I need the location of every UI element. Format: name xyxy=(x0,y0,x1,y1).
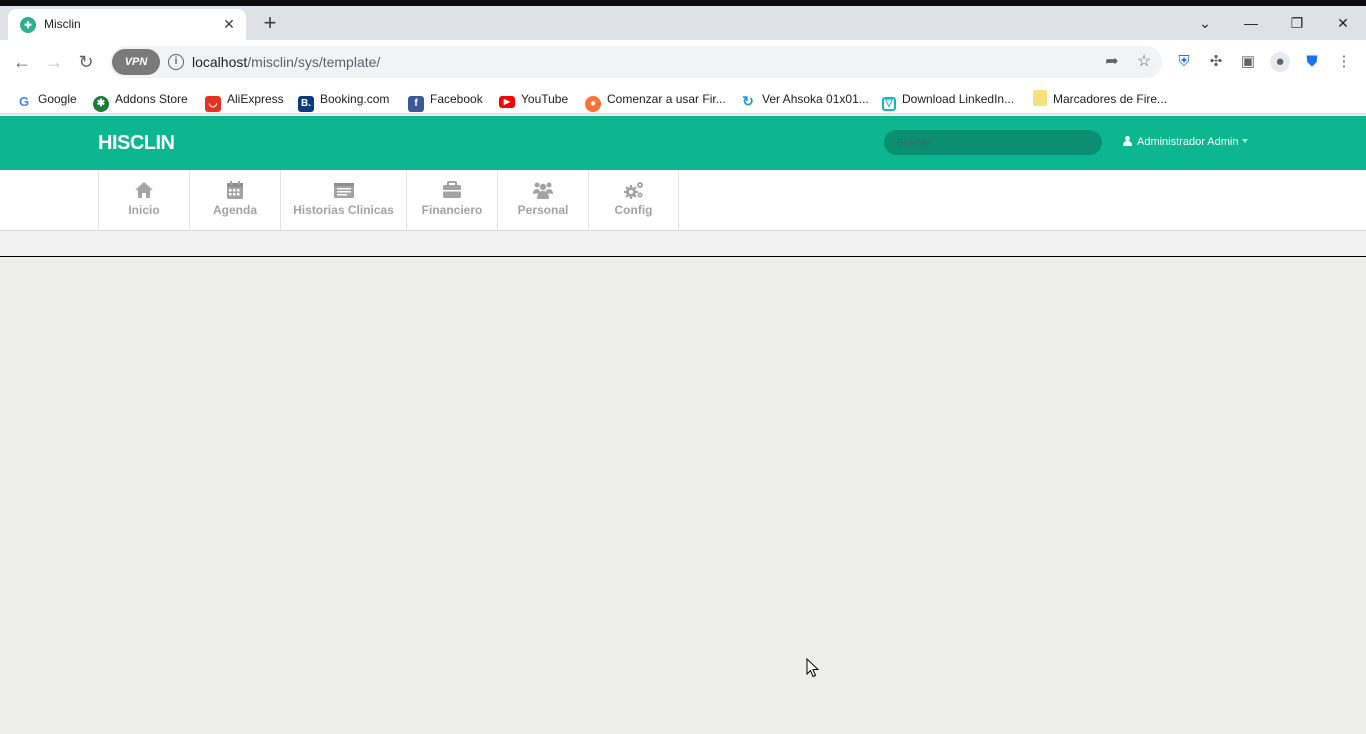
close-window-button[interactable]: ✕ xyxy=(1320,10,1366,36)
restore-button[interactable]: ❐ xyxy=(1274,10,1320,36)
vpn-badge[interactable]: VPN xyxy=(112,49,160,75)
user-name: Administrador Admin xyxy=(1137,136,1239,148)
bookmark-label: AliExpress xyxy=(227,92,284,106)
browser-toolbar: ← → ↻ VPN i localhost/misclin/sys/templa… xyxy=(0,40,1366,84)
bookmark-aliexpress[interactable]: ◡ AliExpress xyxy=(205,89,284,112)
facebook-icon: f xyxy=(408,96,424,112)
url-path: /misclin/sys/template/ xyxy=(247,54,381,70)
calendar-icon xyxy=(227,181,243,199)
main-menu: Inicio Agenda Historias Clinicas Financi… xyxy=(0,170,1366,231)
tab-title: Misclin xyxy=(44,17,81,31)
back-button[interactable]: ← xyxy=(10,50,34,74)
sub-header-bar xyxy=(0,231,1366,257)
home-icon xyxy=(135,182,153,198)
google-icon: G xyxy=(18,94,30,109)
briefcase-icon xyxy=(443,181,461,198)
brand-logo[interactable]: HISCLIN xyxy=(98,132,175,155)
browser-tab-bar: ✚ Misclin ✕ + ⌄ — ❐ ✕ xyxy=(0,6,1366,40)
folder-icon xyxy=(1033,90,1047,106)
close-tab-icon[interactable]: ✕ xyxy=(220,15,238,33)
password-manager-icon[interactable]: ⛨ xyxy=(1174,52,1194,72)
gears-icon xyxy=(623,182,643,199)
menu-item-agenda[interactable]: Agenda xyxy=(189,170,280,231)
tooth-icon: ✚ xyxy=(20,17,36,33)
bookmark-label: Marcadores de Fire... xyxy=(1053,92,1168,106)
user-icon xyxy=(1123,136,1132,146)
menu-label: Financiero xyxy=(421,203,483,217)
bookmark-youtube[interactable]: ▶ YouTube xyxy=(499,89,568,109)
shield-icon[interactable]: ⛊ xyxy=(1302,52,1322,72)
app-header: HISCLIN Administrador Admin xyxy=(0,116,1366,170)
menu-item-personal[interactable]: Personal xyxy=(497,170,588,231)
profile-icon[interactable]: ● xyxy=(1270,52,1290,72)
share-icon[interactable]: ➦ xyxy=(1102,52,1122,72)
bookmark-label: Ver Ahsoka 01x01... xyxy=(762,92,869,106)
menu-item-historias-clinicas[interactable]: Historias Clinicas xyxy=(280,170,406,231)
booking-icon: B. xyxy=(298,96,314,112)
minimize-button[interactable]: — xyxy=(1228,10,1274,36)
user-menu[interactable]: Administrador Admin xyxy=(1123,136,1248,148)
menu-item-config[interactable]: Config xyxy=(588,170,679,231)
bookmarks-bar: G Google ✱ Addons Store ◡ AliExpress B. Book… xyxy=(0,84,1366,114)
menu-label: Config xyxy=(614,203,653,217)
bookmark-linkedin-download[interactable]: ▽ Download LinkedIn... xyxy=(882,89,1015,111)
extensions-icon[interactable]: ✣ xyxy=(1206,52,1226,72)
menu-label: Personal xyxy=(517,203,569,217)
aliexpress-icon: ◡ xyxy=(205,96,221,112)
browser-tab[interactable]: ✚ Misclin ✕ xyxy=(8,9,246,40)
menu-label: Inicio xyxy=(128,203,160,217)
bookmark-facebook[interactable]: f Facebook xyxy=(408,89,483,112)
bookmark-label: Comenzar a usar Fir... xyxy=(607,92,726,106)
url-text[interactable]: localhost/misclin/sys/template/ xyxy=(192,54,380,70)
caret-down-icon xyxy=(1241,139,1248,143)
bookmark-label: Google xyxy=(38,92,77,106)
bookmark-label: Addons Store xyxy=(115,92,188,106)
bookmark-star-icon[interactable]: ☆ xyxy=(1134,52,1154,72)
firefox-icon: ● xyxy=(585,96,601,112)
reload-button[interactable]: ↻ xyxy=(74,50,98,74)
bookmark-label: Facebook xyxy=(430,92,483,106)
menu-label: Agenda xyxy=(212,203,257,217)
info-icon[interactable]: i xyxy=(168,54,184,70)
list-card-icon xyxy=(333,183,354,198)
search-input[interactable] xyxy=(884,130,1102,155)
bookmark-firefox-folder[interactable]: Marcadores de Fire... xyxy=(1033,89,1167,109)
chevron-down-icon[interactable]: ⌄ xyxy=(1182,10,1228,36)
youtube-icon: ▶ xyxy=(499,96,515,108)
linkedin-download-icon: ▽ xyxy=(882,97,896,111)
menu-item-financiero[interactable]: Financiero xyxy=(406,170,497,231)
loading-icon: ↻ xyxy=(742,93,754,109)
main-content xyxy=(0,258,1366,734)
bookmark-label: YouTube xyxy=(521,92,569,106)
bookmark-addons-store[interactable]: ✱ Addons Store xyxy=(93,89,188,112)
users-icon xyxy=(533,182,553,199)
bookmark-booking[interactable]: B. Booking.com xyxy=(298,89,390,112)
side-panel-icon[interactable]: ▣ xyxy=(1238,52,1258,72)
browser-menu-icon[interactable]: ⋮ xyxy=(1334,52,1354,72)
addons-store-icon: ✱ xyxy=(93,96,109,112)
address-bar[interactable]: VPN i localhost/misclin/sys/template/ ➦ … xyxy=(110,46,1162,78)
bookmark-google[interactable]: G Google xyxy=(16,89,77,109)
bookmark-ahsoka[interactable]: ↻ Ver Ahsoka 01x01... xyxy=(740,89,869,109)
menu-item-inicio[interactable]: Inicio xyxy=(98,170,189,231)
url-host: localhost xyxy=(192,54,248,70)
menu-label: Historias Clinicas xyxy=(293,203,394,217)
mouse-cursor-icon xyxy=(806,658,820,678)
forward-button[interactable]: → xyxy=(42,50,66,74)
bookmark-label: Booking.com xyxy=(320,92,390,106)
new-tab-button[interactable]: + xyxy=(258,12,282,36)
bookmark-label: Download LinkedIn... xyxy=(902,92,1015,106)
bookmark-firefox[interactable]: ● Comenzar a usar Fir... xyxy=(585,89,726,112)
